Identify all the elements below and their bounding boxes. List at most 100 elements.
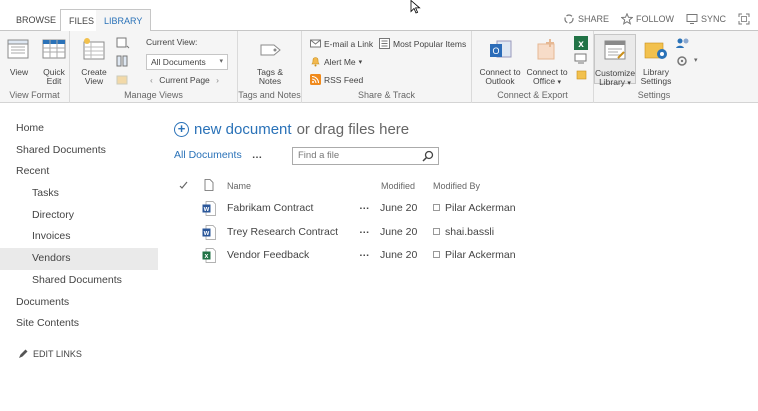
rss-feed-label: RSS Feed <box>324 74 364 85</box>
nav-item-shared-documents[interactable]: Shared Documents <box>0 140 158 162</box>
tab-library[interactable]: LIBRARY <box>96 9 152 32</box>
office-icon <box>537 39 555 60</box>
group-label-view-format: View Format <box>9 90 60 100</box>
nav-item-recent: Recent <box>16 165 50 178</box>
modified-by-user[interactable]: Pilar Ackerman <box>445 249 516 261</box>
focus-button[interactable] <box>738 13 750 25</box>
sync-button[interactable]: SYNC <box>686 13 726 25</box>
new-document-area: + new document or drag files here <box>174 121 409 138</box>
library-settings-icon <box>644 42 667 59</box>
open-with-explorer-icon[interactable] <box>576 68 587 80</box>
presence-indicator <box>433 204 440 211</box>
customize-library-icon <box>604 40 626 60</box>
nav-item-vendors[interactable]: Vendors <box>0 248 158 270</box>
quick-edit-button[interactable]: Quick Edit <box>40 37 68 86</box>
modified-date: June 20 <box>380 202 418 214</box>
most-popular-items-button[interactable]: Most Popular Items <box>379 38 466 49</box>
table-row[interactable]: w Trey Research Contract … June 20 shai.bass… <box>174 222 534 246</box>
rss-feed-button[interactable]: RSS Feed <box>310 74 363 85</box>
create-view-label-2: View <box>84 76 104 86</box>
navigate-up-icon[interactable] <box>116 73 128 85</box>
presence-indicator <box>433 227 440 235</box>
group-label-tags-notes: Tags and Notes <box>238 90 301 100</box>
shared-with-icon[interactable] <box>676 37 690 49</box>
connect-to-office-button[interactable]: Connect to Office ▾ <box>524 37 570 87</box>
current-page-control[interactable]: ‹ Current Page › <box>146 73 228 89</box>
nav-item-home[interactable]: Home <box>0 118 158 140</box>
share-icon <box>564 14 574 24</box>
next-page-icon[interactable]: › <box>216 75 219 85</box>
view-all-documents[interactable]: All Documents <box>174 149 242 161</box>
nav-item-invoices[interactable]: Invoices <box>0 226 158 248</box>
nav-item-shared-documents[interactable]: Shared Documents <box>0 270 158 292</box>
tags-notes-label-2: Notes <box>258 76 282 86</box>
follow-label: FOLLOW <box>635 14 674 24</box>
current-view-dropdown[interactable]: All Documents ▾ <box>146 54 228 70</box>
columns-icon[interactable] <box>116 55 128 67</box>
ribbon: View Quick Edit View Format Create View … <box>0 31 758 103</box>
column-header-modified-by[interactable]: Modified By <box>433 181 480 191</box>
alert-me-label: Alert Me <box>324 56 356 67</box>
export-to-excel-icon[interactable]: x <box>574 36 588 50</box>
focus-on-content-icon <box>738 13 750 25</box>
outlook-icon: O <box>490 40 512 58</box>
nav-item-site-contents[interactable]: Site Contents <box>0 313 158 335</box>
column-header-modified[interactable]: Modified <box>381 181 415 191</box>
group-label-connect-export: Connect & Export <box>497 90 568 100</box>
svg-text:x: x <box>205 253 209 260</box>
share-label: SHARE <box>577 14 609 24</box>
current-view-value: All Documents <box>151 57 206 67</box>
prev-page-icon[interactable]: ‹ <box>150 75 153 85</box>
new-document-link[interactable]: new document <box>194 121 292 138</box>
table-row[interactable]: w Fabrikam Contract … June 20 Pilar Ackerman <box>174 198 534 222</box>
view-button[interactable]: View <box>6 37 32 77</box>
modify-view-icon[interactable] <box>116 37 130 49</box>
chevron-down-icon[interactable]: ▾ <box>694 56 698 64</box>
view-icon <box>7 39 29 59</box>
file-name-link[interactable]: Fabrikam Contract <box>227 202 313 214</box>
quick-edit-label-2: Edit <box>46 76 62 86</box>
create-view-button[interactable]: Create View <box>80 37 108 86</box>
file-name-link[interactable]: Trey Research Contract <box>227 226 338 238</box>
tab-browse[interactable]: BROWSE <box>8 9 64 31</box>
workflow-settings-icon[interactable] <box>676 55 690 67</box>
modified-by-user[interactable]: shai.bassli <box>445 226 494 238</box>
nav-item-tasks[interactable]: Tasks <box>0 183 158 205</box>
select-all-checkmark-icon[interactable] <box>179 181 188 190</box>
modified-date: June 20 <box>380 249 418 262</box>
quick-launch-nav: Home Shared Documents Recent Tasks Directory… <box>0 118 158 335</box>
search-input[interactable]: Find a file <box>292 147 439 165</box>
email-link-button[interactable]: E-mail a Link <box>310 38 373 49</box>
svg-text:w: w <box>203 230 210 237</box>
group-manage-views: Create View Current View: All Documents … <box>70 31 238 103</box>
top-actions: SHARE FOLLOW SYNC <box>563 13 750 25</box>
file-name-link[interactable]: Vendor Feedback <box>227 249 309 261</box>
item-menu-button[interactable]: … <box>359 200 371 212</box>
item-menu-button[interactable]: … <box>359 224 371 236</box>
nav-item-directory[interactable]: Directory <box>0 205 158 227</box>
tags-notes-button[interactable]: Tags & Notes <box>254 37 286 86</box>
presence-indicator <box>433 251 440 259</box>
library-settings-button[interactable]: Library Settings <box>638 37 674 86</box>
excel-file-icon: x <box>202 248 216 264</box>
view-label: View <box>9 67 29 77</box>
share-button[interactable]: SHARE <box>563 13 609 25</box>
follow-button[interactable]: FOLLOW <box>620 13 674 25</box>
customize-library-button[interactable]: Customize Library ▾ <box>594 34 636 87</box>
edit-links-button[interactable]: EDIT LINKS <box>18 349 82 359</box>
add-icon[interactable]: + <box>174 122 189 137</box>
table-row[interactable]: x Vendor Feedback … June 20 Pilar Ackerman <box>174 245 534 269</box>
pencil-icon <box>19 349 28 358</box>
column-header-name[interactable]: Name <box>227 181 251 191</box>
modified-by-user[interactable]: Pilar Ackerman <box>445 202 516 214</box>
current-page-label: Current Page <box>159 75 210 85</box>
search-icon[interactable] <box>422 150 434 162</box>
connect-to-outlook-button[interactable]: O Connect to Outlook <box>477 37 523 86</box>
item-menu-button[interactable]: … <box>359 247 371 259</box>
more-views-button[interactable]: … <box>252 149 264 161</box>
current-view-label: Current View: <box>146 37 198 47</box>
sync-to-computer-icon[interactable] <box>574 53 588 65</box>
alert-me-button[interactable]: Alert Me ▾ <box>310 56 362 67</box>
nav-item-documents[interactable]: Documents <box>0 292 158 314</box>
chevron-down-icon: ▾ <box>557 79 561 86</box>
